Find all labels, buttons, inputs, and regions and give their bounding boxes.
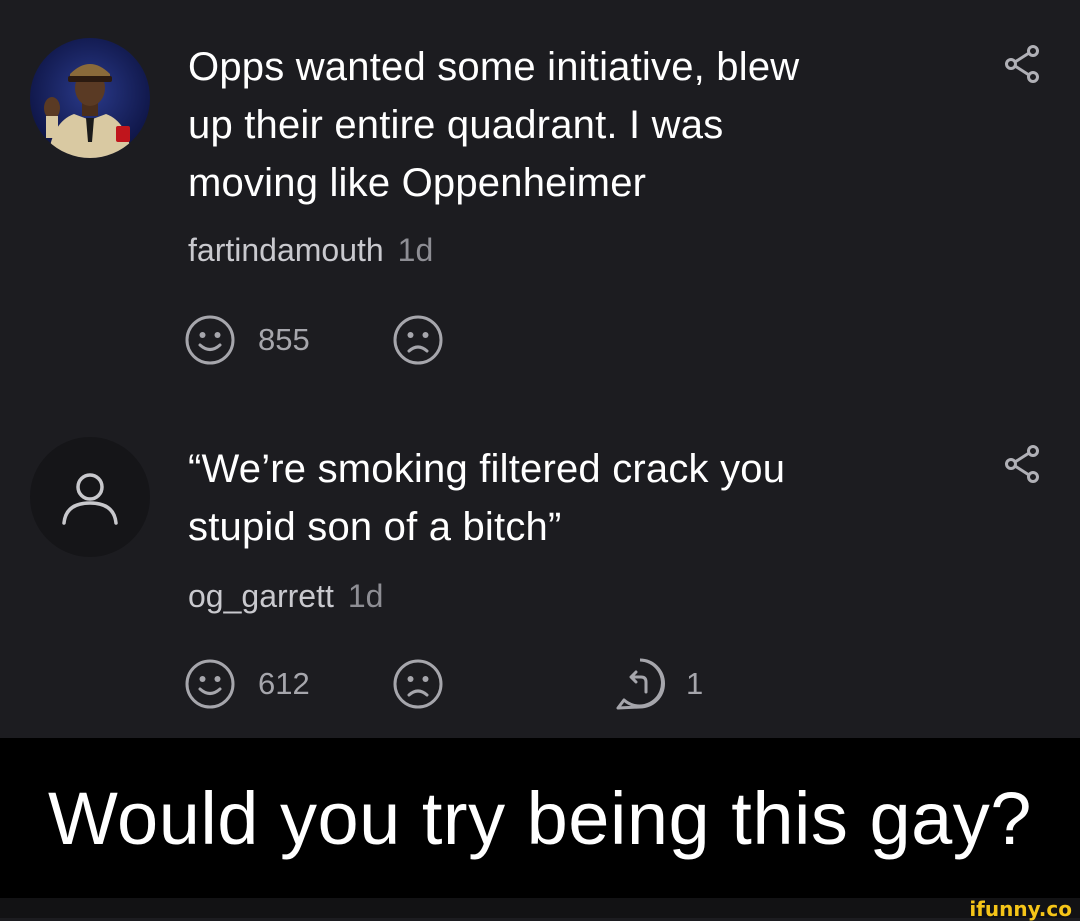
unsmile-button[interactable] xyxy=(392,312,444,368)
timestamp: 1d xyxy=(397,232,434,268)
footer-bar: ifunny.co xyxy=(0,897,1080,921)
reply-icon xyxy=(616,658,665,710)
comment-meta: fartindamouth 1d xyxy=(188,230,433,270)
share-button[interactable] xyxy=(1000,442,1044,486)
share-button[interactable] xyxy=(1000,42,1044,86)
comment-text-line: Opps wanted some initiative, blew xyxy=(188,45,800,89)
unsmile-button[interactable] xyxy=(392,656,444,712)
frown-icon xyxy=(393,659,443,709)
user-photo-icon xyxy=(30,38,150,158)
comment-text-line: up their entire quadrant. I was xyxy=(188,103,724,147)
username[interactable]: og_garrett xyxy=(188,578,334,614)
comment-text-line: moving like Oppenheimer xyxy=(188,161,647,205)
share-icon xyxy=(1005,45,1039,83)
timestamp: 1d xyxy=(347,578,384,614)
smile-count: 855 xyxy=(258,322,310,357)
smile-button[interactable]: 855 xyxy=(184,312,310,368)
reply-count: 1 xyxy=(686,666,704,701)
avatar[interactable] xyxy=(30,437,150,557)
reply-button[interactable]: 1 xyxy=(612,656,703,712)
smile-icon xyxy=(185,315,235,365)
ifunny-watermark: ifunny.co xyxy=(969,897,1072,921)
default-user-icon xyxy=(62,473,118,525)
frown-icon xyxy=(393,315,443,365)
smile-icon xyxy=(185,659,235,709)
comment-text: “We’re smoking filtered crack you stupid… xyxy=(188,440,948,556)
comment-text-line: “We’re smoking filtered crack you xyxy=(188,447,786,491)
avatar[interactable] xyxy=(30,38,150,158)
comments-area: Opps wanted some initiative, blew up the… xyxy=(0,0,1080,738)
comment-text-line: stupid son of a bitch” xyxy=(188,505,562,549)
smile-button[interactable]: 612 xyxy=(184,656,310,712)
comment-meta: og_garrett 1d xyxy=(188,576,383,616)
comment-text: Opps wanted some initiative, blew up the… xyxy=(188,38,948,212)
share-icon xyxy=(1005,445,1039,483)
username[interactable]: fartindamouth xyxy=(188,232,384,268)
smile-count: 612 xyxy=(258,666,310,701)
caption-text: Would you try being this gay? xyxy=(48,776,1032,860)
caption-bar: Would you try being this gay? xyxy=(0,738,1080,898)
